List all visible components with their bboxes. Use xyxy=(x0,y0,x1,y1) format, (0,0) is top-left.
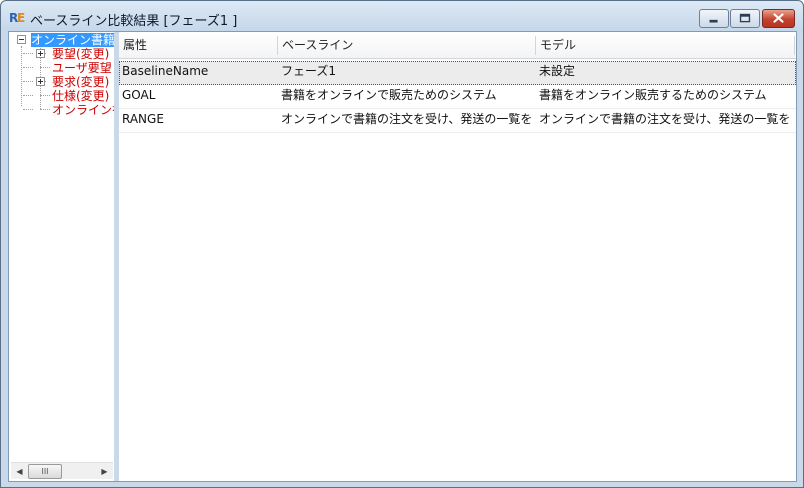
maximize-button[interactable] xyxy=(730,9,760,28)
expand-toggle-icon[interactable] xyxy=(36,77,45,86)
tree-item-user-requests[interactable]: ユーザ要望 xyxy=(52,61,112,75)
close-icon xyxy=(773,13,784,23)
grid-header: 属性 ベースライン モデル xyxy=(119,32,796,59)
tree-view[interactable]: オンライン書籍 要望(変更) ユーザ要望 要求(変更) 仕様(変更) オンライン… xyxy=(9,32,114,481)
column-divider[interactable] xyxy=(794,36,795,55)
client-area: オンライン書籍 要望(変更) ユーザ要望 要求(変更) 仕様(変更) オンライン… xyxy=(8,31,797,482)
title-bar[interactable]: R E ベースライン比較結果 [フェーズ1 ] xyxy=(1,1,803,31)
column-header-attribute[interactable]: 属性 xyxy=(119,32,277,58)
tree-item-online[interactable]: オンライン書 xyxy=(52,103,114,117)
svg-text:E: E xyxy=(17,11,25,24)
close-button[interactable] xyxy=(762,9,795,28)
tree-connector xyxy=(23,95,33,96)
minimize-icon xyxy=(709,19,718,23)
collapse-toggle-icon[interactable] xyxy=(17,35,26,44)
tree-connector xyxy=(40,95,50,96)
app-logo-icon: R E xyxy=(9,11,25,24)
scroll-left-icon[interactable]: ◀ xyxy=(11,463,28,480)
window-title: ベースライン比較結果 [フェーズ1 ] xyxy=(30,14,238,29)
tree-connector xyxy=(23,53,33,54)
table-row[interactable]: BaselineName フェーズ1 未設定 xyxy=(119,61,796,85)
tree-item-label: ユーザ要望 xyxy=(52,61,112,75)
minimize-button[interactable] xyxy=(699,9,729,28)
tree-item-requirements[interactable]: 要求(変更) xyxy=(52,75,109,89)
tree-connector xyxy=(23,81,33,82)
scroll-thumb[interactable]: III xyxy=(28,464,62,479)
cell-model: 未設定 xyxy=(539,64,576,78)
cell-baseline: 書籍をオンラインで販売ためのシステム xyxy=(281,88,497,102)
tree-item-label: 要望(変更) xyxy=(52,47,110,61)
tree-item-requests[interactable]: 要望(変更) xyxy=(52,47,109,61)
maximize-icon xyxy=(739,13,751,23)
cell-baseline: オンラインで書籍の注文を受け、発送の一覧を xyxy=(281,112,533,126)
tree-item-label: 要求(変更) xyxy=(52,75,110,89)
column-header-model[interactable]: モデル xyxy=(536,32,794,58)
expand-toggle-icon[interactable] xyxy=(36,49,45,58)
tree-item-label: オンライン書籍 xyxy=(31,33,114,47)
tree-connector xyxy=(40,109,50,110)
tree-connector xyxy=(23,67,33,68)
tree-item-label: オンライン書 xyxy=(52,103,114,117)
tree-connector xyxy=(23,109,33,110)
cell-attribute: RANGE xyxy=(122,112,164,126)
comparison-grid[interactable]: 属性 ベースライン モデル BaselineName フェーズ1 未設定 GOA… xyxy=(119,32,796,481)
tree-horizontal-scrollbar[interactable]: ◀ III ▶ xyxy=(11,462,113,479)
tree-item-label: 仕様(変更) xyxy=(52,89,110,103)
tree-item-root[interactable]: オンライン書籍 xyxy=(31,33,114,47)
tree-connector xyxy=(21,46,22,106)
cell-attribute: BaselineName xyxy=(122,64,209,78)
tree-item-specifications[interactable]: 仕様(変更) xyxy=(52,89,109,103)
table-row[interactable]: GOAL 書籍をオンラインで販売ためのシステム 書籍をオンライン販売するためのシ… xyxy=(119,85,796,109)
scroll-right-icon[interactable]: ▶ xyxy=(96,463,113,480)
cell-attribute: GOAL xyxy=(122,88,156,102)
app-window: R E ベースライン比較結果 [フェーズ1 ] オンライン書籍 要望(変更) ユ… xyxy=(0,0,804,488)
tree-connector xyxy=(40,67,50,68)
cell-baseline: フェーズ1 xyxy=(281,64,337,78)
cell-model: オンラインで書籍の注文を受け、発送の一覧を xyxy=(539,112,791,126)
cell-model: 書籍をオンライン販売するためのシステム xyxy=(539,88,767,102)
table-row[interactable]: RANGE オンラインで書籍の注文を受け、発送の一覧を オンラインで書籍の注文を… xyxy=(119,109,796,133)
column-header-baseline[interactable]: ベースライン xyxy=(278,32,535,58)
